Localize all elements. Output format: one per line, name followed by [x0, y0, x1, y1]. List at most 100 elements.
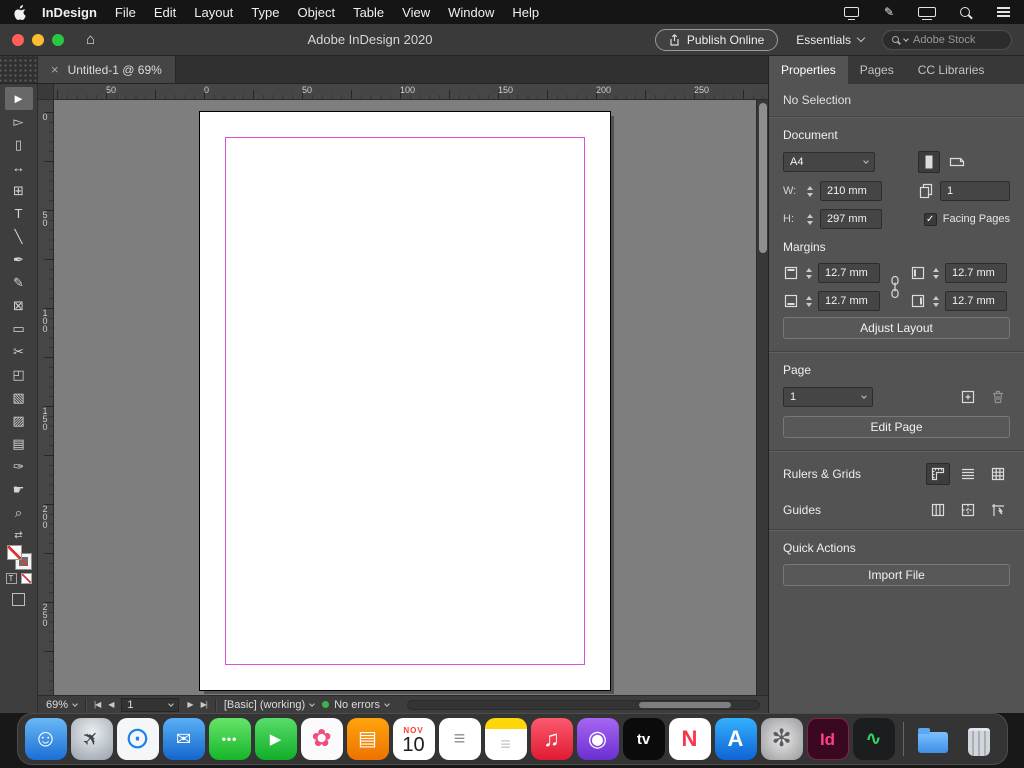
dock-system-preferences[interactable]: ✻ [761, 718, 803, 760]
menu-help[interactable]: Help [503, 5, 548, 20]
ruler-origin-corner[interactable] [38, 84, 54, 100]
first-page-button[interactable]: |◀ [94, 700, 100, 709]
menu-type[interactable]: Type [242, 5, 288, 20]
display-icon[interactable] [918, 4, 936, 20]
page-tool[interactable]: ▯ [5, 133, 33, 156]
menu-list-icon[interactable] [994, 4, 1012, 20]
zoom-level-dropdown[interactable]: 69% [46, 699, 77, 711]
margin-outside-stepper[interactable] [931, 296, 940, 307]
markup-pencil-icon[interactable]: ✎ [880, 4, 898, 20]
apply-none-button[interactable] [21, 573, 32, 584]
close-tab-icon[interactable]: × [51, 62, 59, 77]
horizontal-scrollbar-thumb[interactable] [639, 702, 731, 708]
menu-file[interactable]: File [106, 5, 145, 20]
next-page-button[interactable]: ▶ [187, 700, 192, 709]
previous-page-button[interactable]: ◀ [108, 700, 113, 709]
fill-swatch[interactable] [7, 545, 22, 560]
dock-tv[interactable]: tv [623, 718, 665, 760]
screen-mirroring-icon[interactable] [842, 4, 860, 20]
eyedropper-tool[interactable]: ✑ [5, 455, 33, 478]
dock-finder[interactable]: ☺ [25, 718, 67, 760]
menu-table[interactable]: Table [344, 5, 393, 20]
dock-music[interactable]: ♫ [531, 718, 573, 760]
dock-safari[interactable]: ⊙ [117, 718, 159, 760]
dock-photos[interactable]: ✿ [301, 718, 343, 760]
swap-fill-stroke-icon[interactable]: ⇄ [14, 531, 22, 541]
dock-reminders[interactable]: ≡ [439, 718, 481, 760]
menu-view[interactable]: View [393, 5, 439, 20]
horizontal-scrollbar[interactable] [407, 700, 760, 710]
dock-indesign[interactable]: Id [807, 718, 849, 760]
dock-launchpad[interactable]: ✈ [71, 718, 113, 760]
dock-books[interactable]: ▤ [347, 718, 389, 760]
preflight-profile-menu[interactable]: [Basic] (working) [224, 699, 314, 711]
delete-page-button[interactable] [986, 386, 1010, 408]
edit-page-button[interactable]: Edit Page [783, 416, 1010, 438]
current-page-dropdown[interactable]: 1 [783, 387, 873, 407]
minimize-window-button[interactable] [32, 34, 44, 46]
rulers-button[interactable] [926, 463, 950, 485]
page-size-preset-dropdown[interactable]: A4 [783, 152, 875, 172]
selection-tool[interactable]: ► [5, 87, 33, 110]
margin-top-field[interactable]: 12.7 mm [818, 263, 880, 283]
width-field[interactable]: 210 mm [820, 181, 882, 201]
content-collector-tool[interactable]: ⊞ [5, 179, 33, 202]
type-tool[interactable]: T [5, 202, 33, 225]
dock-app-store[interactable]: A [715, 718, 757, 760]
adjust-layout-button[interactable]: Adjust Layout [783, 317, 1010, 339]
zoom-tool[interactable]: ⌕ [5, 501, 33, 524]
publish-online-button[interactable]: Publish Online [655, 29, 778, 51]
rectangle-frame-tool[interactable]: ⊠ [5, 294, 33, 317]
margin-bottom-stepper[interactable] [804, 296, 813, 307]
tab-pages[interactable]: Pages [848, 56, 906, 84]
guide-layout-button[interactable] [956, 499, 980, 521]
horizontal-ruler[interactable]: 50 0 50 100 150 200 250 [54, 84, 768, 100]
screen-mode-button[interactable] [12, 593, 25, 606]
margin-bottom-field[interactable]: 12.7 mm [818, 291, 880, 311]
scissors-tool[interactable]: ✂ [5, 340, 33, 363]
preflight-status-menu[interactable]: No errors [322, 699, 389, 711]
stock-search-field[interactable]: Adobe Stock [882, 30, 1012, 50]
line-tool[interactable]: ╲ [5, 225, 33, 248]
import-file-button[interactable]: Import File [783, 564, 1010, 586]
dock-podcasts[interactable]: ◉ [577, 718, 619, 760]
spotlight-search-icon[interactable] [956, 4, 974, 20]
menu-object[interactable]: Object [289, 5, 345, 20]
dock-news[interactable]: N [669, 718, 711, 760]
document-grid-button[interactable] [986, 463, 1010, 485]
gradient-feather-tool[interactable]: ▨ [5, 409, 33, 432]
pasteboard[interactable] [54, 100, 756, 695]
direct-selection-tool[interactable]: ▻ [5, 110, 33, 133]
tab-cc-libraries[interactable]: CC Libraries [906, 56, 997, 84]
width-stepper[interactable] [805, 186, 814, 197]
tools-panel-grip[interactable] [0, 56, 38, 83]
gradient-swatch-tool[interactable]: ▧ [5, 386, 33, 409]
facing-pages-checkbox[interactable]: ✓ [924, 213, 937, 226]
page-number-dropdown[interactable]: 1 [121, 698, 179, 712]
dock-calendar[interactable]: NOV 10 [393, 718, 435, 760]
menu-window[interactable]: Window [439, 5, 503, 20]
document-tab[interactable]: × Untitled-1 @ 69% [38, 56, 176, 83]
dock-trash[interactable] [958, 718, 1000, 760]
dock-notes[interactable]: ≡ [485, 718, 527, 760]
home-button[interactable]: ⌂ [86, 31, 95, 48]
close-window-button[interactable] [12, 34, 24, 46]
pen-tool[interactable]: ✒ [5, 248, 33, 271]
dock-folder[interactable] [912, 718, 954, 760]
margin-outside-field[interactable]: 12.7 mm [945, 291, 1007, 311]
tab-properties[interactable]: Properties [769, 56, 848, 84]
dock-facetime[interactable]: ▶ [255, 718, 297, 760]
menu-indesign[interactable]: InDesign [33, 5, 106, 20]
add-page-button[interactable] [956, 386, 980, 408]
zoom-window-button[interactable] [52, 34, 64, 46]
vertical-scrollbar[interactable] [756, 100, 768, 695]
workspace-switcher[interactable]: Essentials [796, 33, 864, 47]
dock-messages[interactable]: ••• [209, 718, 251, 760]
margin-top-stepper[interactable] [804, 268, 813, 279]
baseline-grid-button[interactable] [956, 463, 980, 485]
gap-tool[interactable]: ↔ [5, 156, 33, 179]
dock-mail[interactable]: ✉ [163, 718, 205, 760]
vertical-scrollbar-thumb[interactable] [759, 103, 767, 253]
height-stepper[interactable] [805, 214, 814, 225]
portrait-orientation-button[interactable] [918, 151, 940, 173]
